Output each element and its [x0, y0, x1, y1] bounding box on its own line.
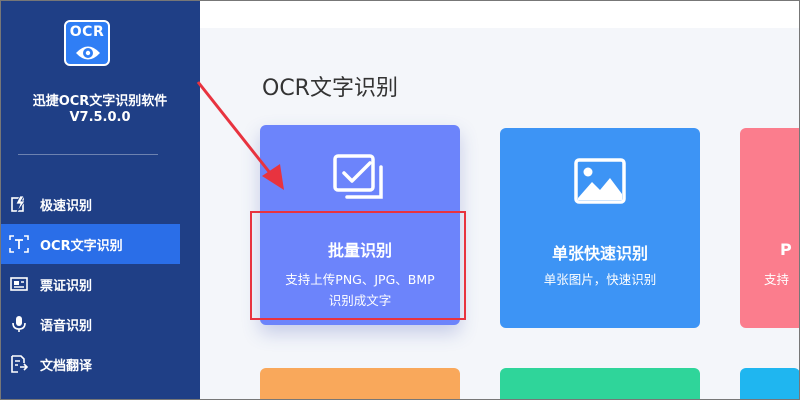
image-icon [574, 158, 626, 204]
sidebar-item-voice[interactable]: 语音识别 [0, 304, 180, 344]
sidebar-item-label: 票证识别 [40, 278, 93, 294]
sidebar-item-label: OCR文字识别 [40, 238, 123, 254]
lightning-icon [8, 193, 30, 215]
microphone-icon [8, 313, 30, 335]
document-translate-icon [8, 353, 30, 375]
sidebar-item-ticket[interactable]: 票证识别 [0, 264, 180, 304]
eye-icon [76, 46, 100, 60]
card-title: P [780, 240, 792, 259]
card-title: 批量识别 [327, 241, 392, 260]
third-feature-card[interactable]: P 支持 [740, 128, 800, 328]
top-bar [200, 0, 800, 28]
sidebar-item-speed-recognition[interactable]: 极速识别 [0, 184, 180, 224]
app-name: 迅捷OCR文字识别软件 [32, 94, 168, 109]
logo-text: OCR [69, 24, 105, 40]
sidebar: OCR 迅捷OCR文字识别软件 V7.5.0.0 极速识别 OCR文字识别 票证… [0, 0, 200, 400]
batch-recognition-card[interactable]: 批量识别 支持上传PNG、JPG、BMP 识别成文字 [260, 125, 460, 325]
sidebar-divider [18, 154, 158, 155]
card-description: 单张图片，快速识别 [543, 272, 657, 287]
bottom-card-1[interactable] [260, 368, 460, 400]
batch-check-icon [333, 154, 383, 199]
card-description: 支持上传PNG、JPG、BMP [285, 272, 435, 287]
card-description: 支持 [764, 272, 790, 287]
text-scan-icon [8, 233, 30, 255]
app-version: V7.5.0.0 [69, 110, 131, 125]
sidebar-item-ocr[interactable]: OCR文字识别 [0, 224, 180, 264]
card-description: 识别成文字 [328, 293, 392, 308]
page-title: OCR文字识别 [262, 76, 398, 101]
sidebar-item-label: 文档翻译 [40, 358, 93, 374]
bottom-card-3[interactable] [740, 368, 800, 400]
app-logo: OCR [64, 20, 110, 66]
ticket-icon [8, 273, 30, 295]
card-title: 单张快速识别 [551, 244, 648, 263]
sidebar-item-label: 极速识别 [40, 198, 93, 214]
single-quick-recognition-card[interactable]: 单张快速识别 单张图片，快速识别 [500, 128, 700, 328]
sidebar-item-label: 语音识别 [40, 318, 93, 334]
bottom-card-2[interactable] [500, 368, 700, 400]
sidebar-item-translate[interactable]: 文档翻译 [0, 344, 180, 384]
